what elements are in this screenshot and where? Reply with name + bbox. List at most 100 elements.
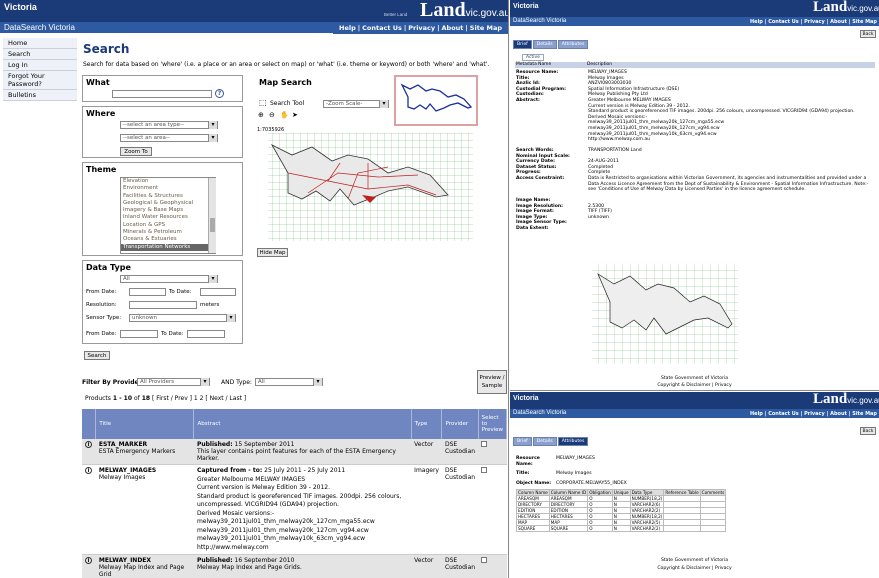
area-type-select[interactable]: --select an area type-- (120, 121, 218, 129)
tab-attributes[interactable]: Attributes (557, 437, 589, 446)
theme-option[interactable]: Facilities & Structures (121, 193, 215, 200)
footer-links[interactable]: Copyright & Disclaimer | Privacy (510, 383, 879, 388)
victoria-logo[interactable]: Victoria (4, 2, 37, 12)
zoom-out-icon[interactable]: ⊖ (269, 111, 275, 119)
nav-privacy[interactable]: Privacy (804, 411, 825, 417)
hide-map-button[interactable]: Hide Map (257, 248, 288, 257)
overview-map[interactable] (394, 75, 478, 126)
row-name[interactable]: MELWAY_IMAGES (99, 467, 156, 474)
active-subtab[interactable]: Active (522, 54, 544, 61)
row-name[interactable]: MELWAY_INDEX (99, 557, 151, 564)
nav-sitemap[interactable]: Site Map (852, 411, 877, 417)
detail-tabs: Brief Details Attributes (513, 40, 589, 49)
table-row[interactable]: i ESTA_MARKER ESTA Emergency Markers Publ… (82, 439, 507, 465)
back-button[interactable]: Back (860, 427, 876, 435)
col-provider[interactable]: Provider (441, 409, 479, 439)
help-icon[interactable]: ? (215, 89, 224, 98)
resolution-input[interactable] (129, 301, 197, 309)
row-abstract-line: uncompressed. VICGRID94 (GDA94) projecti… (196, 501, 339, 508)
to-date-input[interactable] (200, 288, 236, 296)
theme-listbox[interactable]: Elevation Environment Facilities & Struc… (120, 177, 216, 254)
col-select-preview: Select to Preview (478, 409, 508, 439)
paging-nav[interactable]: [ First / Prev ] 1 2 [ Next / Last ] (152, 395, 246, 402)
type-select[interactable]: All (255, 378, 323, 386)
tab-details[interactable]: Details (532, 40, 557, 49)
search-button[interactable]: Search (84, 351, 110, 360)
to-date2-input[interactable] (187, 330, 225, 338)
tab-attributes[interactable]: Attributes (557, 40, 589, 49)
theme-option[interactable]: Elevation (121, 178, 215, 185)
keyword-input[interactable] (112, 90, 212, 98)
row-name[interactable]: ESTA_MARKER (99, 441, 147, 448)
zoom-to-button[interactable]: Zoom To (120, 147, 152, 156)
nav-sitemap[interactable]: Site Map (852, 19, 877, 25)
col-abstract[interactable]: Abstract (193, 409, 412, 439)
preview-checkbox[interactable] (481, 467, 488, 473)
zoom-in-icon[interactable]: ⊕ (258, 111, 264, 119)
land-logo[interactable]: Landvic.gov.au (813, 392, 879, 408)
theme-option[interactable]: Inland Water Resources (121, 214, 215, 221)
info-icon[interactable]: i (85, 441, 92, 448)
sidebar-item-forgot-password[interactable]: Forgot Your Password? (3, 71, 77, 90)
info-icon[interactable]: i (85, 467, 92, 474)
area-select[interactable]: --select an area-- (120, 134, 218, 142)
main-map[interactable] (258, 133, 478, 243)
nav-help[interactable]: Help (750, 19, 763, 25)
col-title[interactable]: Title (95, 409, 195, 439)
nav-about[interactable]: About (440, 24, 466, 32)
sidebar-item-home[interactable]: Home (3, 38, 77, 49)
nav-sitemap[interactable]: Site Map (468, 24, 504, 32)
identify-icon[interactable]: ➤ (292, 111, 298, 119)
nav-about[interactable]: About (830, 19, 847, 25)
land-logo[interactable]: Landvic.gov.au (813, 0, 879, 16)
nav-privacy[interactable]: Privacy (804, 19, 825, 25)
nav-contact[interactable]: Contact Us (360, 24, 404, 32)
row-type: Vector (411, 439, 442, 465)
preview-sample-button[interactable]: Preview / Sample (477, 370, 507, 394)
nav-about[interactable]: About (830, 411, 847, 417)
sidebar-item-search[interactable]: Search (3, 49, 77, 60)
land-logo[interactable]: Landvic.gov.au (420, 0, 508, 22)
datatype-select[interactable]: All (120, 275, 218, 283)
sidebar-item-login[interactable]: Log In (3, 60, 77, 71)
nav-privacy[interactable]: Privacy (406, 24, 437, 32)
col-type[interactable]: Type (411, 409, 443, 439)
sidebar-item-bulletins[interactable]: Bulletins (3, 90, 77, 101)
tab-details[interactable]: Details (532, 437, 557, 446)
preview-checkbox[interactable] (481, 441, 488, 447)
from-date-input[interactable] (129, 288, 166, 296)
theme-option[interactable]: Geological & Geophysical (121, 200, 215, 207)
theme-option[interactable]: Location & GPS (121, 222, 215, 229)
nav-contact[interactable]: Contact Us (768, 411, 799, 417)
tab-brief[interactable]: Brief (513, 40, 532, 49)
preview-checkbox[interactable] (481, 557, 488, 563)
site-banner: Victoria Landvic.gov.au (510, 0, 879, 17)
info-icon[interactable]: i (85, 557, 92, 564)
theme-option[interactable]: Oceans & Estuaries (121, 236, 215, 243)
from-date2-input[interactable] (120, 330, 158, 338)
table-row[interactable]: i MELWAY_IMAGES Melway Images Captured fr… (82, 464, 507, 555)
nav-contact[interactable]: Contact Us (768, 19, 799, 25)
theme-option[interactable]: Imagery & Base Maps (121, 207, 215, 214)
theme-option[interactable]: Minerals & Petroleum (121, 229, 215, 236)
products-range: 1 - 10 (112, 395, 133, 402)
zoom-scale-select[interactable]: -Zoom Scale- (323, 100, 389, 108)
footer-links[interactable]: Copyright & Disclaimer | Privacy (510, 566, 879, 571)
table-row[interactable]: i MELWAY_INDEX Melway Map Index and Page … (82, 554, 507, 578)
victoria-logo[interactable]: Victoria (513, 3, 539, 10)
row-date: 15 September 2011 (234, 441, 295, 448)
theme-option-selected[interactable]: Transportation Networks (121, 243, 215, 251)
theme-scrollbar[interactable] (208, 178, 216, 253)
to-date2-label: To Date: (161, 331, 184, 337)
victoria-logo[interactable]: Victoria (513, 395, 539, 402)
nav-help[interactable]: Help (337, 24, 358, 32)
theme-option[interactable]: Environment (121, 185, 215, 192)
provider-select[interactable]: All Providers (137, 378, 210, 386)
back-button[interactable]: Back (860, 30, 876, 38)
search-tool-icon[interactable]: ⬚ (259, 98, 267, 107)
tab-brief[interactable]: Brief (513, 437, 532, 446)
nav-help[interactable]: Help (750, 411, 763, 417)
pan-hand-icon[interactable]: ✋ (280, 111, 289, 119)
sidebar: Home Search Log In Forgot Your Password?… (3, 38, 77, 101)
sensor-type-select[interactable]: unknown (129, 314, 236, 322)
